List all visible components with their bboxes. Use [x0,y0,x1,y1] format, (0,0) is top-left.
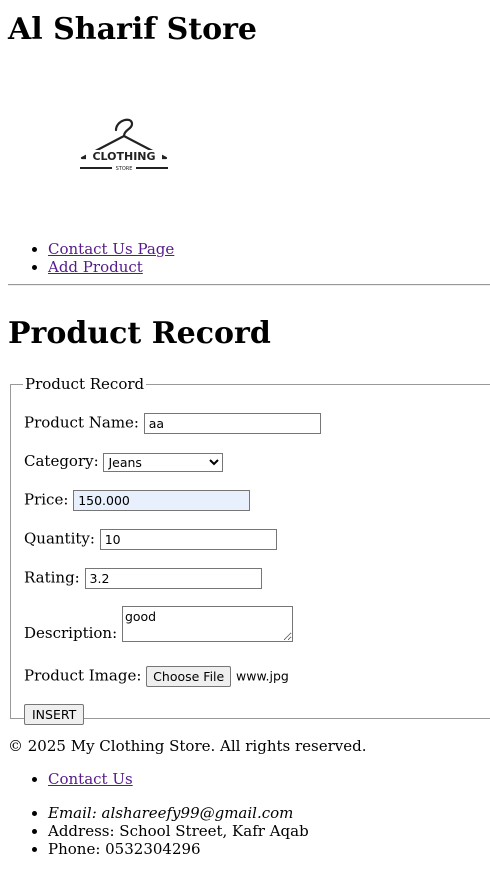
contact-email: Email: alshareefy99@gmail.com [48,804,294,822]
logo-text: CLOTHING [92,150,155,163]
quantity-label: Quantity: [24,529,95,548]
insert-button[interactable]: INSERT [24,704,85,725]
store-title: Al Sharif Store [8,12,258,47]
description-row: Description: good [24,606,293,642]
rating-row: Rating: [24,568,262,589]
copyright-text: © 2025 My Clothing Store. All rights res… [8,737,367,755]
contact-phone-item: Phone: 0532304296 [48,840,309,858]
add-product-link[interactable]: Add Product [48,258,143,276]
description-textarea[interactable]: good [121,606,293,642]
rating-input[interactable] [84,568,262,589]
category-row: Category: Jeans [24,452,224,472]
hanger-hook [114,118,134,138]
logo-subtext: STORE [116,166,133,172]
product-image-label: Product Image: [24,666,142,685]
choose-file-button[interactable]: Choose File [146,666,232,687]
product-name-input[interactable] [143,413,321,434]
quantity-row: Quantity: [24,529,277,550]
category-select[interactable]: Jeans [103,452,224,472]
price-input[interactable] [73,490,251,511]
contact-us-link[interactable]: Contact Us [48,770,133,788]
contact-email-item: Email: alshareefy99@gmail.com [48,804,309,822]
price-label: Price: [24,490,69,509]
selected-file-name: www.jpg [236,668,289,684]
description-label: Description: [24,624,118,642]
category-label: Category: [24,452,99,470]
footer-links: Contact Us [8,770,133,788]
fieldset-legend: Product Record [25,375,145,393]
contact-address-item: Address: School Street, Kafr Aqab [48,822,309,840]
divider [8,284,490,286]
quantity-input[interactable] [99,529,277,550]
contact-phone: Phone: 0532304296 [48,840,201,858]
price-row: Price: [24,490,251,511]
submit-row: INSERT [24,704,85,725]
product-name-label: Product Name: [24,413,139,432]
nav-item-add-product: Add Product [48,258,174,276]
rating-label: Rating: [24,568,80,587]
clothing-store-logo: CLOTHING STORE [80,118,168,172]
contact-info: Email: alshareefy99@gmail.com Address: S… [8,804,309,858]
product-record-fieldset: Product Record Product Name: Category: J… [10,375,490,725]
nav-links: Contact Us Page Add Product [8,240,174,276]
contact-us-page-link[interactable]: Contact Us Page [48,240,174,258]
nav-item-contact: Contact Us Page [48,240,174,258]
product-name-row: Product Name: [24,413,321,434]
footer-item-contact: Contact Us [48,770,133,788]
page-title: Product Record [8,316,271,351]
image-row: Product Image: Choose File www.jpg [24,666,289,687]
contact-address: Address: School Street, Kafr Aqab [48,822,309,840]
